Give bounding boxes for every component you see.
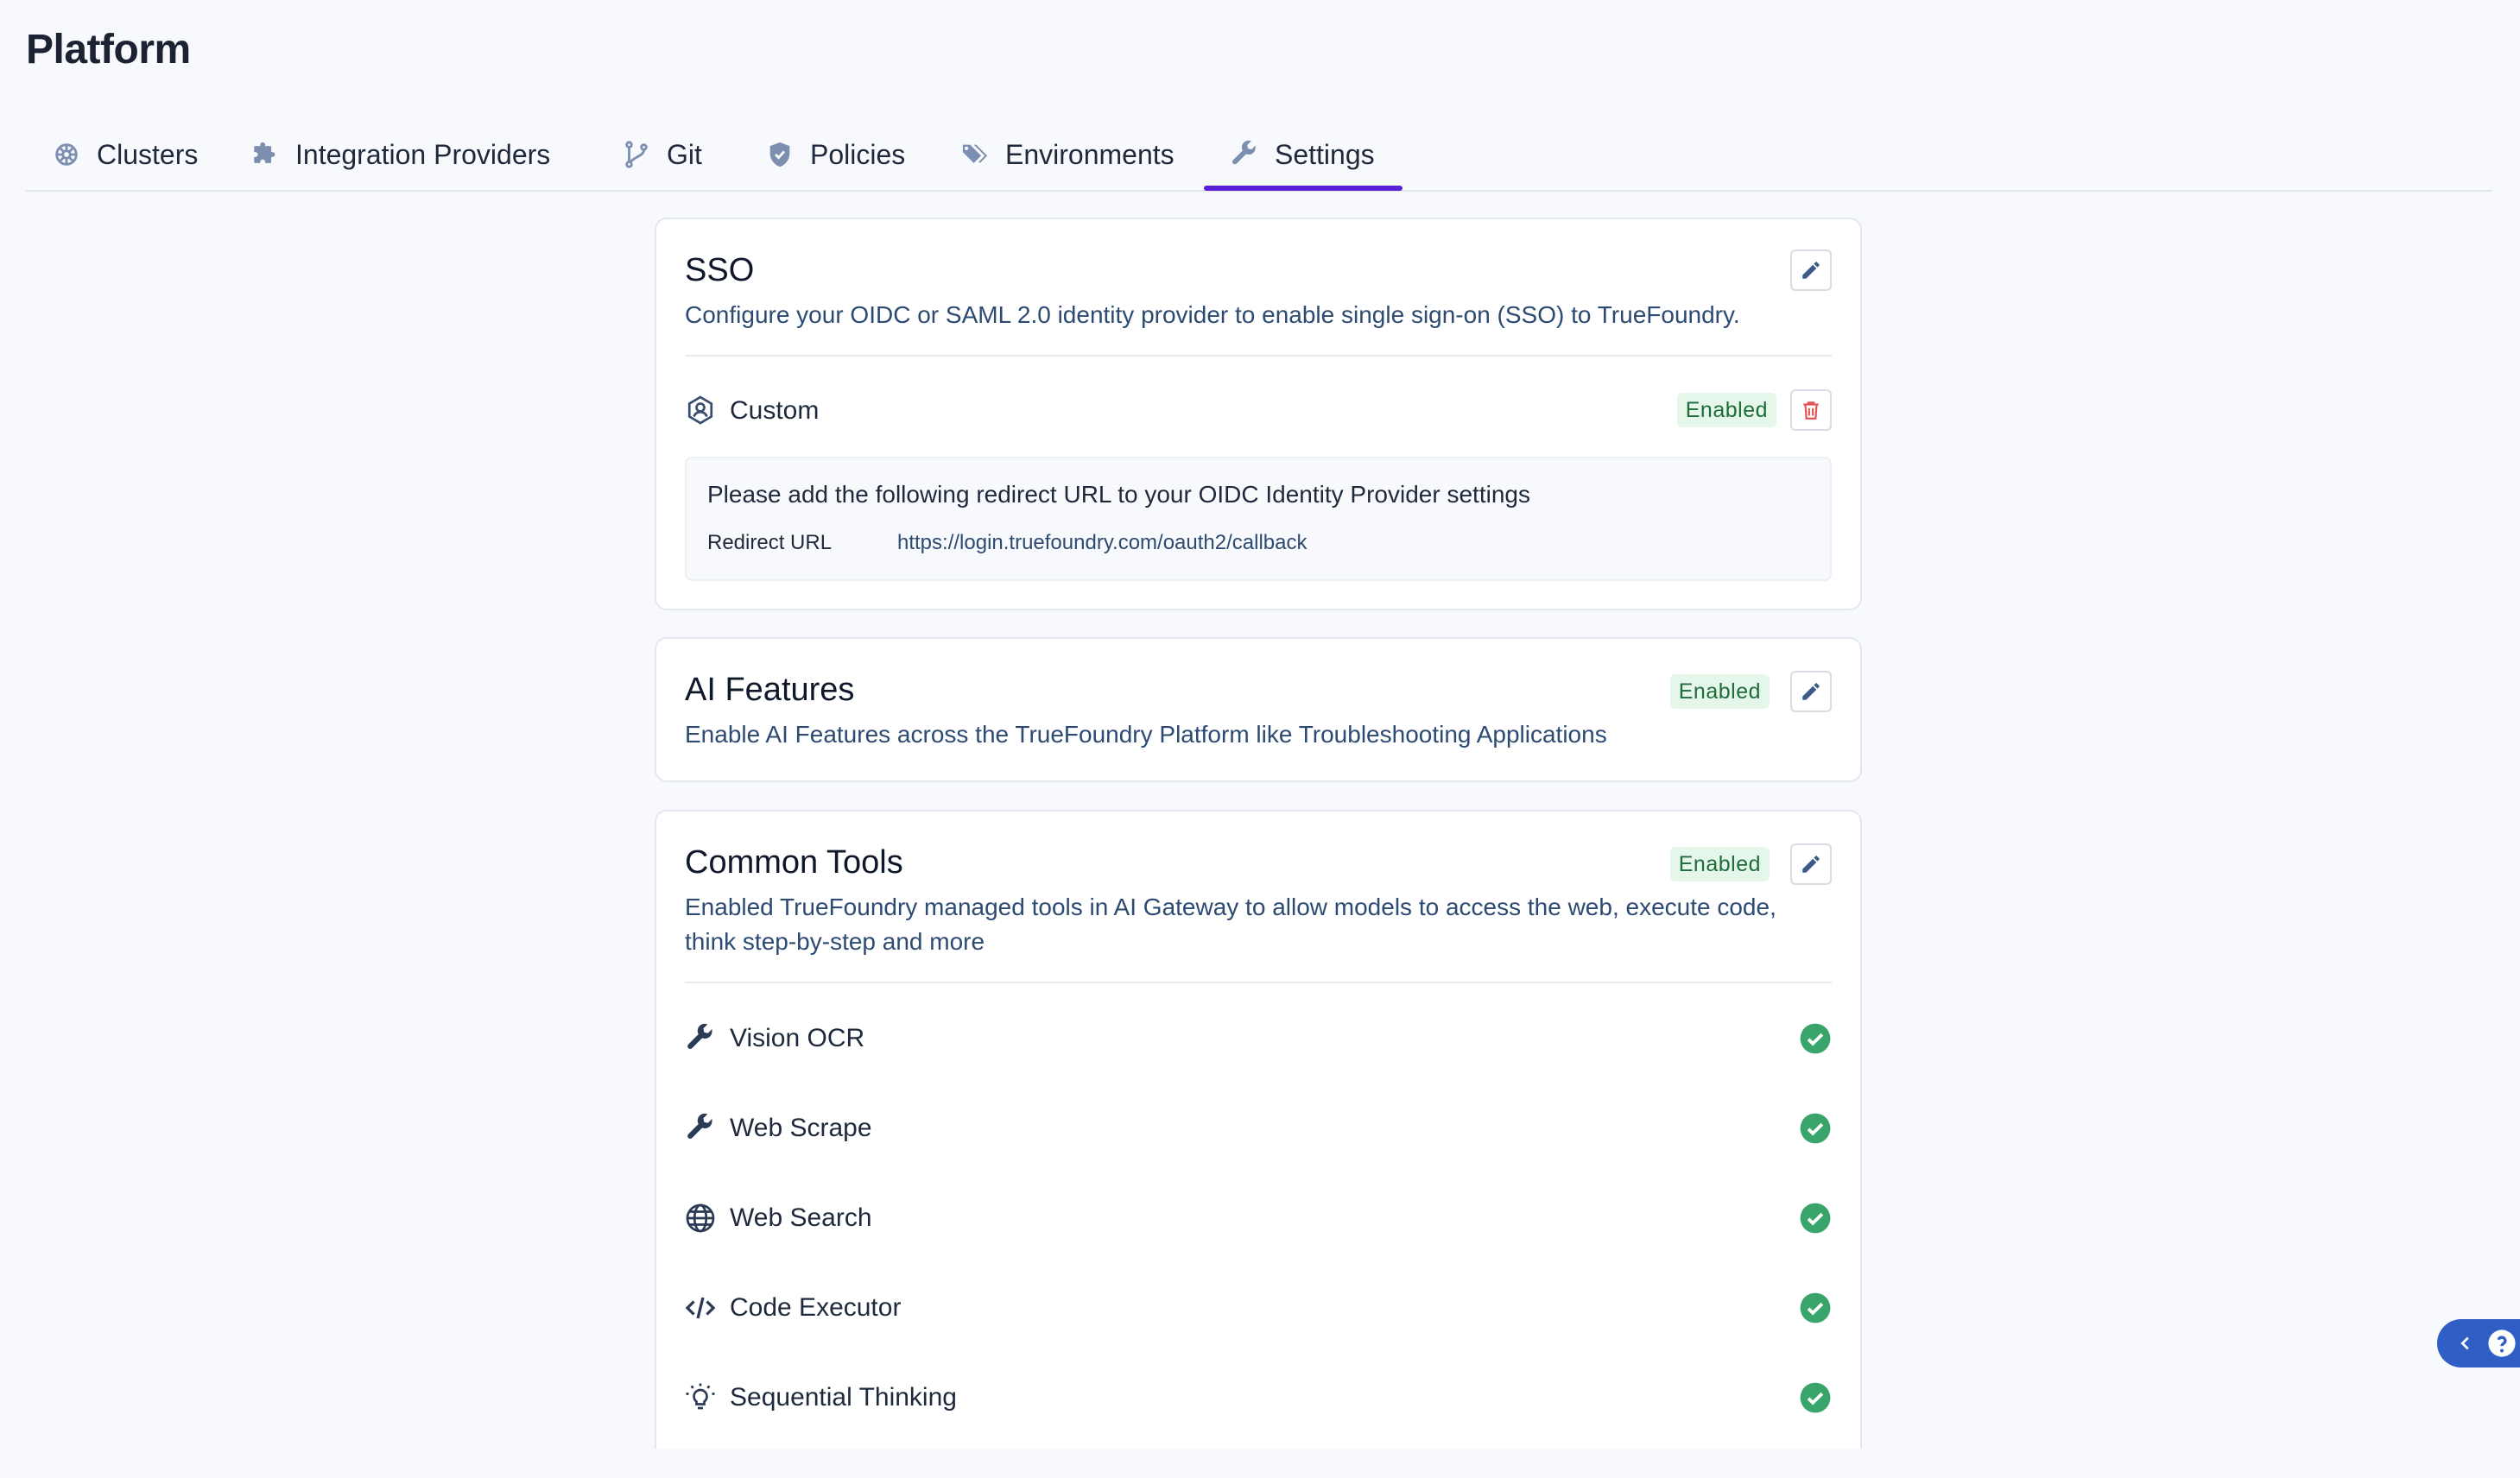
- wrench-icon: [687, 1113, 712, 1140]
- sso-card: SSO Configure your OIDC or SAML 2.0 iden…: [655, 218, 1862, 610]
- globe-icon: [686, 1203, 715, 1233]
- tags-icon: [962, 144, 988, 163]
- tab-clusters[interactable]: Clusters: [52, 121, 198, 188]
- tab-label: Clusters: [97, 138, 199, 170]
- tab-label: Integration Providers: [295, 138, 551, 170]
- shield-icon: [769, 142, 790, 167]
- ai-features-title: AI Features: [685, 672, 855, 708]
- cluster-icon: [55, 143, 78, 166]
- redirect-url-label: Redirect URL: [707, 531, 833, 554]
- ai-features-card: AI Features Enable AI Features across th…: [655, 637, 1862, 782]
- edit-ai-features-button[interactable]: [1790, 671, 1832, 712]
- tab-git[interactable]: Git: [622, 121, 702, 188]
- check-circle-icon: [1800, 1382, 1831, 1413]
- divider: [685, 355, 1832, 357]
- status-badge: Enabled: [1676, 393, 1776, 427]
- page-title: Platform: [26, 27, 191, 73]
- trash-icon: [1803, 401, 1819, 420]
- git-branch-icon: [625, 141, 648, 168]
- tab-environments[interactable]: Environments: [960, 121, 1175, 188]
- check-circle-icon: [1800, 1203, 1831, 1234]
- tab-policies[interactable]: Policies: [765, 121, 905, 188]
- puzzle-icon: [254, 142, 275, 163]
- tool-name: Web Scrape: [730, 1114, 872, 1142]
- tab-settings[interactable]: Settings: [1204, 121, 1402, 191]
- pencil-icon: [1802, 856, 1820, 873]
- wrench-icon: [1232, 140, 1256, 165]
- common-tools-description-line1: Enabled TrueFoundry managed tools in AI …: [685, 894, 1776, 920]
- check-circle-icon: [1800, 1023, 1831, 1054]
- wrench-icon: [687, 1023, 712, 1050]
- status-badge: Enabled: [1669, 674, 1770, 709]
- check-circle-icon: [1800, 1113, 1831, 1144]
- tab-label: Settings: [1275, 138, 1375, 170]
- pencil-icon: [1802, 683, 1820, 700]
- chevron-left-icon: [2460, 1336, 2469, 1350]
- divider: [685, 982, 1832, 983]
- common-tools-card: Common Tools Enabled TrueFoundry managed…: [655, 810, 1862, 1449]
- tab-label: Policies: [810, 138, 906, 170]
- tab-label: Git: [667, 138, 702, 170]
- identity-provider-icon: [687, 395, 713, 425]
- tool-name: Code Executor: [730, 1293, 902, 1322]
- tool-name: Web Search: [730, 1203, 872, 1232]
- edit-common-tools-button[interactable]: [1790, 843, 1832, 885]
- edit-sso-button[interactable]: [1790, 249, 1832, 291]
- tab-label: Environments: [1005, 138, 1175, 170]
- lightbulb-icon: [686, 1383, 715, 1410]
- help-button[interactable]: [2437, 1319, 2520, 1367]
- ai-features-description: Enable AI Features across the TrueFoundr…: [685, 721, 1607, 748]
- redirect-message: Please add the following redirect URL to…: [707, 481, 1530, 508]
- redirect-info-box: Please add the following redirect URL to…: [685, 457, 1832, 581]
- pencil-icon: [1802, 262, 1820, 279]
- delete-sso-button[interactable]: [1790, 389, 1832, 431]
- code-icon: [685, 1297, 716, 1319]
- question-icon: [2488, 1330, 2516, 1357]
- status-badge: Enabled: [1669, 847, 1770, 881]
- tool-name: Sequential Thinking: [730, 1383, 957, 1412]
- tab-integration-providers[interactable]: Integration Providers: [250, 121, 550, 188]
- sso-description: Configure your OIDC or SAML 2.0 identity…: [685, 301, 1740, 328]
- tool-name: Vision OCR: [730, 1024, 865, 1052]
- sso-title: SSO: [685, 252, 755, 288]
- common-tools-description-line2: think step-by-step and more: [685, 928, 985, 955]
- common-tools-title: Common Tools: [685, 844, 903, 881]
- tab-bar: Clusters Integration Providers Git Polic…: [26, 121, 2492, 192]
- sso-provider-name: Custom: [730, 396, 820, 425]
- check-circle-icon: [1800, 1292, 1831, 1323]
- redirect-url-value[interactable]: https://login.truefoundry.com/oauth2/cal…: [897, 531, 1307, 555]
